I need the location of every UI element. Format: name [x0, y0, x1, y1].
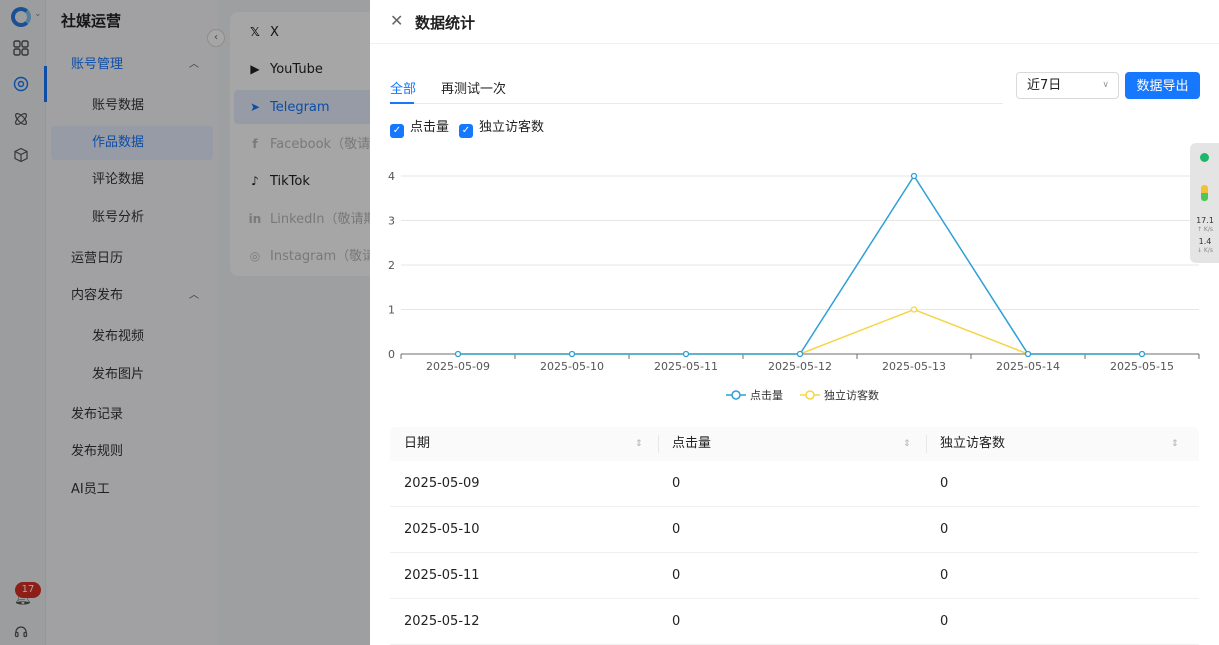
checkbox-clicks[interactable]: ✓ 点击量 — [390, 120, 449, 138]
check-icon: ✓ — [459, 124, 473, 138]
status-dot-icon — [1200, 153, 1209, 162]
download-speed-unit: ↓ K/s — [1196, 247, 1214, 254]
table-header: 日期 ⇕ 点击量 ⇕ 独立访客数 ⇕ — [390, 427, 1199, 461]
drawer-header: ✕ 数据统计 — [370, 0, 1219, 44]
x-tick-label: 2025-05-15 — [1110, 360, 1174, 373]
table-cell: 0 — [940, 568, 949, 583]
table-cell: 0 — [672, 522, 681, 537]
table-row: 2025-05-09 0 0 — [390, 461, 1199, 507]
sort-icon[interactable]: ⇕ — [903, 427, 911, 461]
upload-speed: 17.1 ↑ K/s — [1192, 216, 1218, 234]
y-tick-label: 1 — [388, 304, 395, 317]
data-point — [682, 350, 690, 358]
y-tick-label: 3 — [388, 215, 395, 228]
table-cell: 2025-05-12 — [404, 614, 480, 629]
sort-icon[interactable]: ⇕ — [1171, 427, 1179, 461]
data-point — [910, 306, 918, 313]
y-tick-label: 2 — [388, 259, 395, 272]
upload-speed-value: 17.1 — [1196, 216, 1214, 225]
column-divider — [926, 435, 927, 453]
y-tick-label: 4 — [388, 170, 395, 183]
table-cell: 0 — [940, 614, 949, 629]
tab-ink-bar — [390, 102, 414, 104]
close-icon[interactable]: ✕ — [390, 11, 403, 30]
legend-marker — [805, 390, 815, 400]
table-cell: 0 — [940, 476, 949, 491]
x-tick-label: 2025-05-11 — [654, 360, 718, 373]
legend-label: 独立访客数 — [824, 388, 879, 402]
series-line — [458, 308, 1142, 355]
tab-retest[interactable]: 再测试一次 — [441, 78, 506, 97]
battery-icon — [1201, 185, 1208, 201]
table-cell: 0 — [672, 476, 681, 491]
table-cell: 2025-05-11 — [404, 568, 480, 583]
table-cell: 0 — [940, 522, 949, 537]
data-point — [454, 350, 462, 358]
stats-table: 日期 ⇕ 点击量 ⇕ 独立访客数 ⇕ 2025-05-09 0 0 2025-05-1… — [390, 427, 1199, 645]
x-tick-label: 2025-05-09 — [426, 360, 490, 373]
check-icon: ✓ — [390, 124, 404, 138]
table-cell: 0 — [672, 568, 681, 583]
tab-bar: 全部 再测试一次 — [390, 70, 1003, 104]
checkbox-visitors-label: 独立访客数 — [479, 120, 545, 135]
table-row: 2025-05-12 0 0 — [390, 599, 1199, 645]
download-speed: 1.4 ↓ K/s — [1192, 237, 1218, 255]
col-header-date[interactable]: 日期 — [404, 427, 430, 461]
data-point — [1024, 350, 1032, 358]
y-tick-label: 0 — [388, 348, 395, 361]
legend-marker — [731, 390, 741, 400]
data-point — [1138, 350, 1146, 358]
x-tick-label: 2025-05-12 — [768, 360, 832, 373]
table-row: 2025-05-11 0 0 — [390, 553, 1199, 599]
x-tick-label: 2025-05-13 — [882, 360, 946, 373]
chevron-down-icon: ∨ — [1102, 80, 1109, 90]
upload-speed-unit: ↑ K/s — [1196, 226, 1214, 233]
network-speed-widget[interactable]: 17.1 ↑ K/s 1.4 ↓ K/s — [1190, 143, 1219, 263]
col-header-visitors[interactable]: 独立访客数 — [940, 427, 1005, 461]
download-speed-value: 1.4 — [1198, 237, 1212, 246]
drawer-title: 数据统计 — [415, 14, 476, 32]
x-tick-label: 2025-05-10 — [540, 360, 604, 373]
line-chart: 0 1 2 3 4 2025-05-09 2025-05-10 2025-05-11 2025-… — [388, 170, 1200, 402]
table-cell: 2025-05-09 — [404, 476, 480, 491]
col-header-clicks[interactable]: 点击量 — [672, 427, 711, 461]
checkbox-clicks-label: 点击量 — [410, 120, 450, 135]
export-data-button[interactable]: 数据导出 — [1125, 72, 1200, 99]
x-tick-label: 2025-05-14 — [996, 360, 1060, 373]
table-body: 2025-05-09 0 0 2025-05-10 0 0 2025-05-11 0 0 2025… — [390, 461, 1199, 645]
data-point — [796, 350, 804, 358]
tab-all[interactable]: 全部 — [390, 78, 416, 97]
date-range-select[interactable]: 近7日 ∨ — [1016, 72, 1119, 99]
stats-drawer: ✕ 数据统计 全部 再测试一次 近7日 ∨ 数据导出 ✓ 点击量 ✓ 独立访客数 0… — [370, 0, 1219, 645]
legend-label: 点击量 — [750, 389, 783, 402]
data-point — [910, 172, 918, 180]
checkbox-visitors[interactable]: ✓ 独立访客数 — [459, 120, 544, 138]
date-range-value: 近7日 — [1027, 78, 1062, 93]
table-cell: 0 — [672, 614, 681, 629]
sort-icon[interactable]: ⇕ — [635, 427, 643, 461]
table-cell: 2025-05-10 — [404, 522, 480, 537]
table-row: 2025-05-10 0 0 — [390, 507, 1199, 553]
column-divider — [658, 435, 659, 453]
data-point — [568, 350, 576, 358]
